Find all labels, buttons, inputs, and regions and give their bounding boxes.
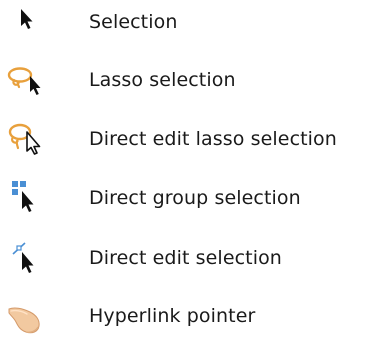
tool-label: Direct group selection xyxy=(89,187,301,209)
tool-item-hyperlink-pointer[interactable]: Hyperlink pointer xyxy=(0,296,366,336)
lasso-selection-icon xyxy=(6,60,46,100)
tool-item-direct-group-selection[interactable]: Direct group selection xyxy=(0,178,366,218)
tool-label: Direct edit selection xyxy=(89,247,282,269)
tool-label: Lasso selection xyxy=(89,69,236,91)
direct-edit-selection-icon xyxy=(6,238,46,278)
tool-item-direct-edit-lasso-selection[interactable]: Direct edit lasso selection xyxy=(0,119,366,159)
hyperlink-pointer-icon xyxy=(6,296,46,336)
selection-arrow-icon xyxy=(6,2,46,42)
direct-group-selection-icon xyxy=(6,178,46,218)
tool-item-selection[interactable]: Selection xyxy=(0,2,366,42)
tool-label: Hyperlink pointer xyxy=(89,305,256,327)
selection-tools-list: Selection Lasso selection Direct edit la… xyxy=(0,0,366,350)
tool-label: Direct edit lasso selection xyxy=(89,128,337,150)
tool-label: Selection xyxy=(89,11,178,33)
direct-edit-lasso-icon xyxy=(6,119,46,159)
tool-item-lasso-selection[interactable]: Lasso selection xyxy=(0,60,366,100)
tool-item-direct-edit-selection[interactable]: Direct edit selection xyxy=(0,238,366,278)
